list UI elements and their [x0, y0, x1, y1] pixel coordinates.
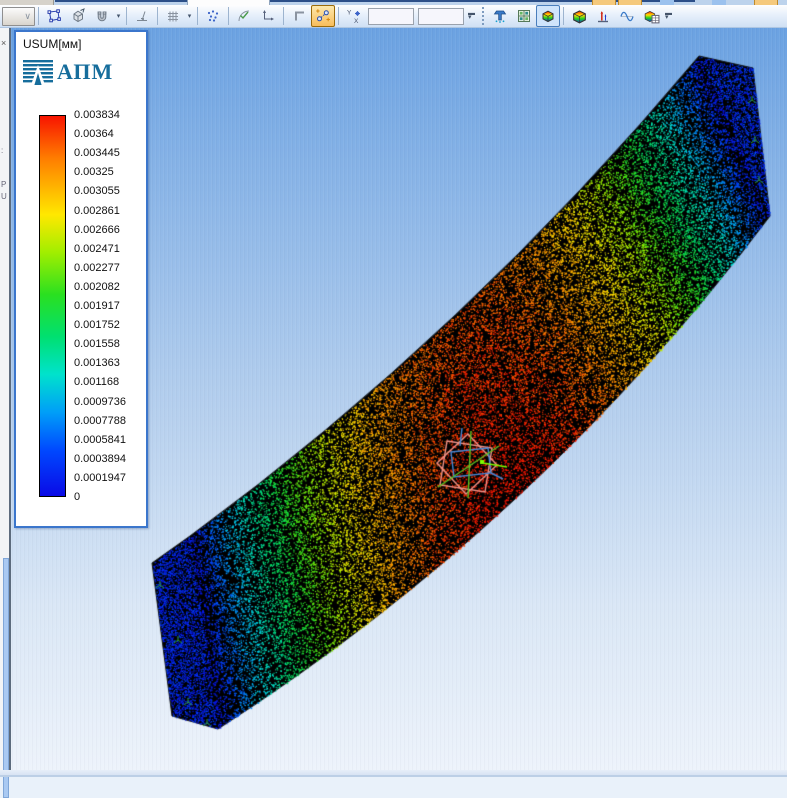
panel-text-fragment: P — [1, 180, 7, 189]
toolbar-separator — [126, 7, 127, 25]
toolbar-overflow-button[interactable]: ▬ ▾ — [663, 6, 674, 26]
results-map-button[interactable] — [536, 5, 560, 27]
perpendicular-button[interactable] — [130, 5, 154, 27]
legend-tick-value: 0.0007788 — [74, 414, 126, 427]
sketch-polygon-icon — [47, 9, 61, 23]
legend-tick-value: 0.002277 — [74, 261, 120, 274]
results-table-button[interactable] — [639, 5, 663, 27]
legend-tick-value: 0.002666 — [74, 223, 120, 236]
angle-check-icon — [238, 10, 250, 22]
legend-tick-value: 0.003055 — [74, 185, 120, 198]
perpendicular-icon — [137, 11, 147, 21]
coordinate-y-input[interactable] — [418, 7, 464, 25]
view-combobox[interactable]: ∨ — [2, 6, 35, 26]
window-bottom-strip — [0, 770, 787, 777]
axes-arrow-button[interactable] — [256, 5, 280, 27]
scatter-points-icon — [207, 10, 219, 22]
dropdown-arrow-icon: ▾ — [116, 13, 121, 20]
results-map-icon — [542, 10, 554, 23]
apm-logo-icon — [23, 60, 53, 85]
legend-tick-value: 0.002471 — [74, 242, 120, 255]
toolbar-separator — [38, 7, 39, 25]
reactions-icon — [598, 11, 608, 23]
rainbow-cube-button[interactable] — [567, 5, 591, 27]
legend-colorbar — [39, 115, 66, 497]
toolbar-separator — [283, 7, 284, 25]
svg-text:Y: Y — [347, 10, 352, 17]
extrude-icon — [73, 8, 85, 23]
close-icon[interactable]: × — [1, 38, 6, 48]
toolbar-separator — [157, 7, 158, 25]
extrude-button[interactable] — [66, 5, 90, 27]
corner-icon — [295, 11, 304, 21]
axes-arrow-icon — [263, 10, 274, 21]
grid-button[interactable] — [161, 5, 185, 27]
magnet-button[interactable] — [90, 5, 114, 27]
overflow-icon: ▬ ▾ — [665, 10, 672, 21]
solve-button[interactable] — [488, 5, 512, 27]
yx-coordinates-icon: Y X — [347, 10, 360, 24]
legend-tick-value: 0.00325 — [74, 166, 114, 179]
legend-tick-value: 0.003445 — [74, 147, 120, 160]
toolbar-separator — [563, 7, 564, 25]
reactions-button[interactable] — [591, 5, 615, 27]
legend-tick-value: 0.00364 — [74, 128, 114, 141]
legend-tick-value: 0.0005841 — [74, 433, 126, 446]
rainbow-cube-icon — [572, 9, 586, 23]
coordinate-x-input[interactable] — [368, 7, 414, 25]
results-legend-panel: USUM[мм] АПМ 0.003834 0.00364 0.003445 0.00… — [14, 30, 148, 528]
main-toolbar: ∨ ▾ ▾ Y X ▬ ▾ ▬ ▾ — [0, 5, 787, 28]
chevron-down-icon: ∨ — [24, 10, 31, 21]
legend-values: 0.003834 0.00364 0.003445 0.00325 0.003055 0.… — [74, 32, 146, 526]
corner-button[interactable] — [287, 5, 311, 27]
solve-hammer-icon — [493, 10, 507, 23]
legend-tick-value: 0.001917 — [74, 300, 120, 312]
grid-dropdown[interactable]: ▾ — [185, 6, 194, 26]
clipped-side-panel: × : P U — [0, 28, 11, 798]
angle-check-button[interactable] — [232, 5, 256, 27]
legend-tick-value: 0.001363 — [74, 357, 120, 370]
measure-points-button[interactable] — [311, 5, 335, 27]
matrix-icon — [518, 10, 530, 22]
results-table-icon — [644, 10, 659, 23]
panel-scrollbar-thumb[interactable] — [3, 558, 9, 798]
apm-structure3d-window: { "toolbar": { "combo_value": "", "icons… — [0, 0, 787, 798]
magnet-dropdown[interactable]: ▾ — [114, 6, 123, 26]
mode-curve-button[interactable] — [615, 5, 639, 27]
overflow-icon: ▬ ▾ — [468, 10, 475, 21]
scatter-points-button[interactable] — [201, 5, 225, 27]
svg-text:X: X — [354, 18, 359, 24]
yx-coordinates-button[interactable]: Y X — [342, 5, 366, 27]
toolbar-separator — [338, 7, 339, 25]
legend-tick-value: 0.0001947 — [74, 471, 126, 484]
panel-text-fragment: U — [1, 192, 7, 201]
legend-tick-value: 0.0009736 — [74, 395, 126, 408]
toolbar-grip[interactable] — [480, 7, 485, 25]
toolbar-separator — [228, 7, 229, 25]
legend-tick-value: 0.002082 — [74, 280, 120, 293]
measure-points-icon — [316, 9, 330, 22]
toolbar-separator — [197, 7, 198, 25]
dropdown-arrow-icon: ▾ — [187, 13, 192, 20]
legend-title: USUM[мм] — [23, 37, 82, 51]
legend-tick-value: 0.001558 — [74, 338, 120, 351]
sketch-polygon-button[interactable] — [42, 5, 66, 27]
matrix-button[interactable] — [512, 5, 536, 27]
legend-tick-value: 0.0003894 — [74, 452, 126, 465]
mode-curve-icon — [620, 11, 634, 22]
panel-text-fragment: : — [1, 146, 4, 155]
magnet-icon — [97, 11, 107, 22]
grid-icon — [168, 11, 178, 22]
legend-tick-value: 0.001752 — [74, 319, 120, 332]
toolbar-overflow-button[interactable]: ▬ ▾ — [466, 6, 477, 26]
legend-tick-value: 0.003834 — [74, 109, 120, 121]
legend-tick-value: 0.001168 — [74, 376, 120, 389]
legend-tick-value: 0.002861 — [74, 204, 120, 217]
legend-tick-value: 0 — [74, 491, 81, 503]
